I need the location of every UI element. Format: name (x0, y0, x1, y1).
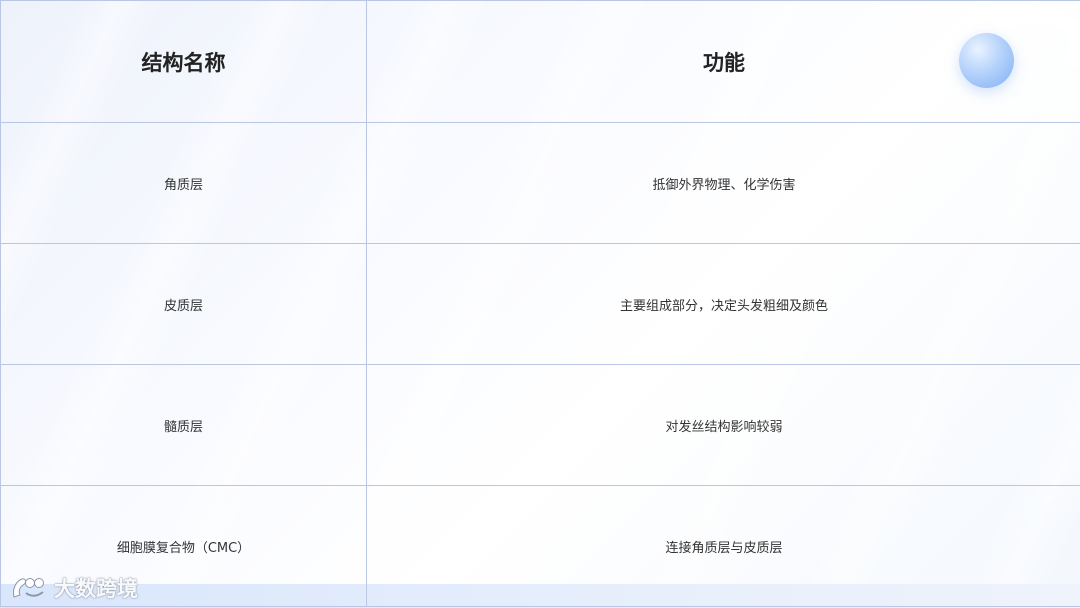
table-row: 髓质层 对发丝结构影响较弱 (0, 364, 1080, 486)
brand-logo-icon (13, 578, 44, 598)
cell-structure-name: 角质层 (0, 122, 367, 244)
header-function: 功能 (366, 0, 1080, 123)
cell-function: 连接角质层与皮质层 (366, 485, 1080, 607)
cell-function: 对发丝结构影响较弱 (366, 364, 1080, 486)
table-row: 皮质层 主要组成部分，决定头发粗细及颜色 (0, 243, 1080, 365)
table-row: 细胞膜复合物（CMC） 连接角质层与皮质层 (0, 485, 1080, 607)
watermark-text: 大数跨境 (54, 577, 138, 601)
table-header-row: 结构名称 功能 (0, 0, 1080, 123)
header-structure-name: 结构名称 (0, 0, 367, 123)
cell-structure-name: 皮质层 (0, 243, 367, 365)
cell-function: 主要组成部分，决定头发粗细及颜色 (366, 243, 1080, 365)
table-row: 角质层 抵御外界物理、化学伤害 (0, 122, 1080, 244)
watermark: 大数跨境 (10, 573, 138, 603)
cell-structure-name: 髓质层 (0, 364, 367, 486)
hair-structure-table: 结构名称 功能 角质层 抵御外界物理、化学伤害 皮质层 主要组成部分，决定头发粗… (0, 0, 1080, 607)
cell-function: 抵御外界物理、化学伤害 (366, 122, 1080, 244)
